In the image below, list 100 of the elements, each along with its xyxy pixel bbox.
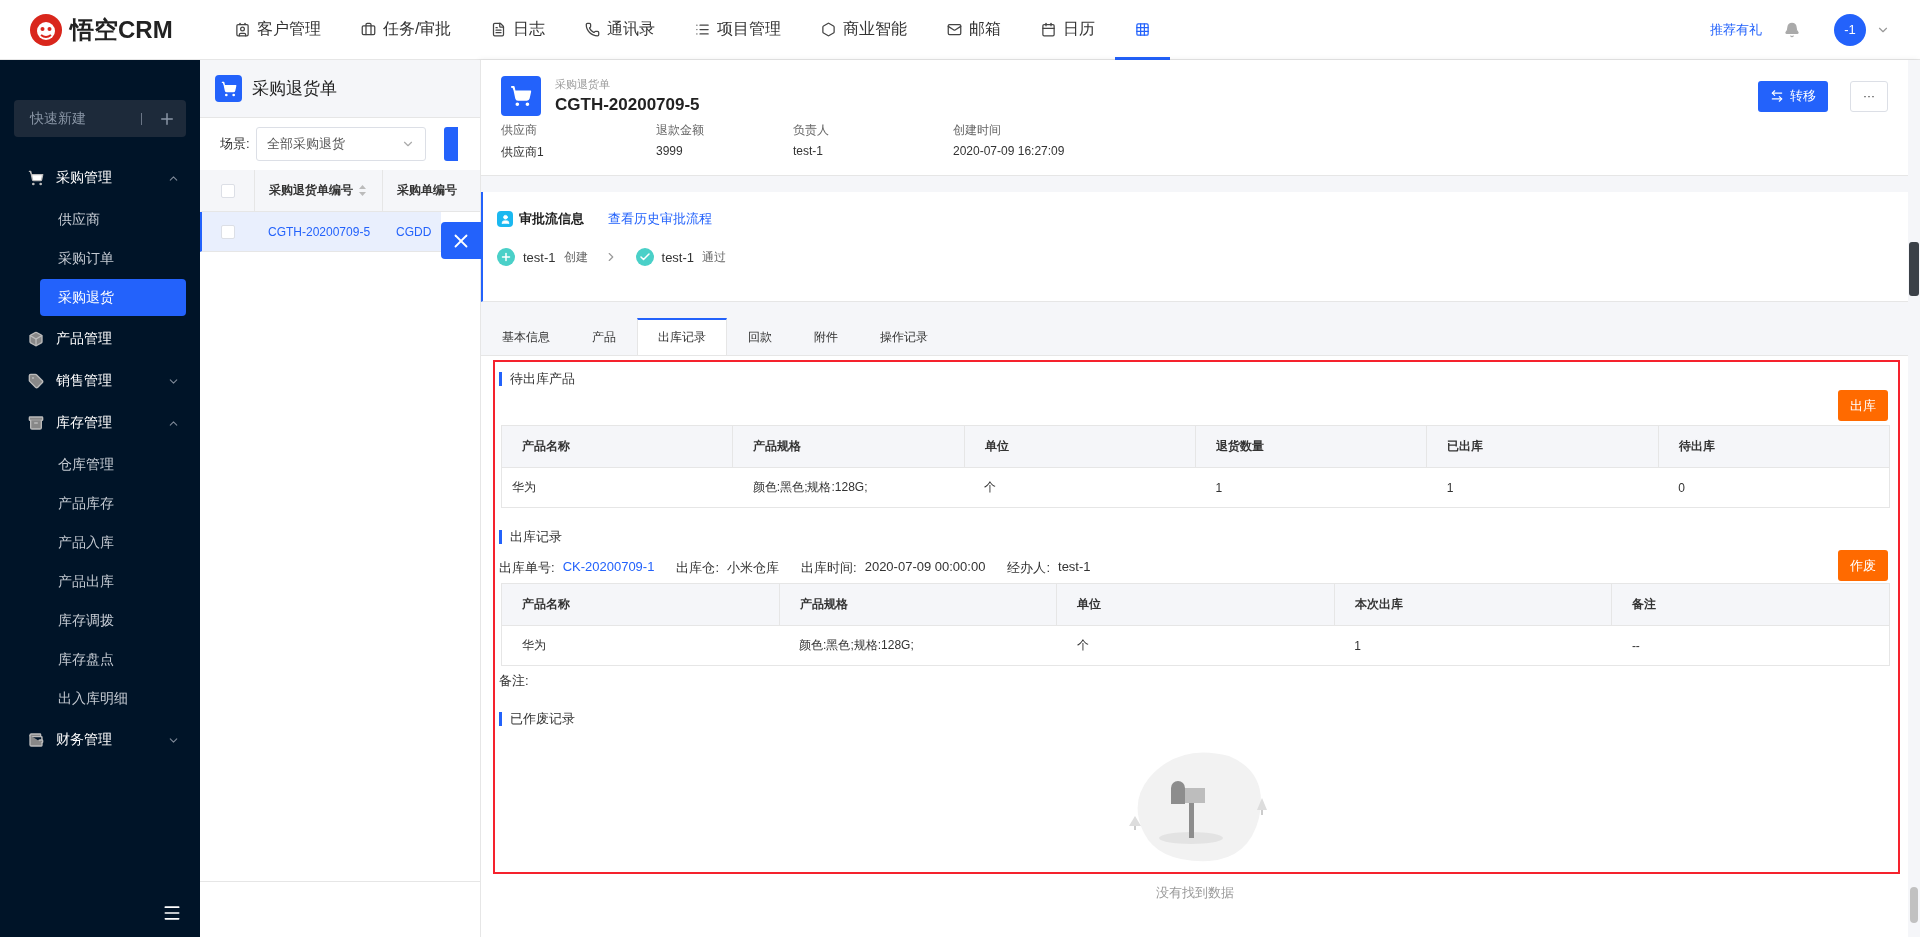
info-value: 2020-07-09 00:00:00	[864, 558, 986, 576]
document-icon	[491, 22, 507, 37]
swap-arrows-icon	[1770, 89, 1784, 103]
envelope-icon	[947, 22, 963, 37]
nav-item[interactable]: 项目管理	[675, 0, 802, 60]
sidebar-item[interactable]: 产品库存	[40, 485, 186, 522]
tab[interactable]: 出库记录	[637, 318, 727, 355]
user-avatar[interactable]: -1	[1834, 13, 1866, 46]
scrollbar-thumb[interactable]	[1910, 887, 1918, 923]
table-cell: 1	[1334, 625, 1612, 666]
quick-create-button[interactable]: 快速新建	[14, 100, 186, 137]
field-value: test-1	[793, 144, 824, 160]
tab[interactable]: 回款	[727, 318, 793, 355]
check-circle-icon	[635, 248, 654, 266]
column-header: 产品规格	[779, 583, 1057, 626]
sidebar-group[interactable]: 产品管理	[0, 318, 200, 360]
column-header: 已出库	[1426, 425, 1659, 468]
column-header: 待出库	[1658, 425, 1890, 468]
transfer-button[interactable]: 转移	[1758, 80, 1828, 112]
column-header: 产品名称	[501, 425, 733, 468]
table-cell: 华为	[501, 467, 733, 508]
nav-item[interactable]: 客户管理	[215, 0, 341, 60]
sidebar-group[interactable]: 采购管理	[0, 157, 200, 199]
nav-item[interactable]: 邮箱	[927, 0, 1022, 60]
column-header: 备注	[1611, 583, 1890, 626]
sidebar-item[interactable]: 库存盘点	[40, 641, 186, 678]
section-title: 审批流信息	[519, 210, 584, 228]
nav-item[interactable]: 日历	[1021, 0, 1116, 60]
grid-icon	[1135, 22, 1151, 37]
sidebar-item[interactable]: 供应商	[40, 201, 186, 238]
nav-item[interactable]: 通讯录	[565, 0, 676, 60]
note-label: 备注:	[499, 672, 530, 690]
sidebar-item[interactable]: 产品入库	[40, 524, 186, 561]
wallet-icon	[28, 732, 44, 748]
field-label: 退款金额	[656, 122, 705, 139]
nav-item[interactable]: 商业智能	[801, 0, 928, 60]
sidebar-item[interactable]: 仓库管理	[40, 446, 186, 483]
record-title: CGTH-20200709-5	[555, 95, 700, 115]
cart-icon	[28, 170, 44, 186]
approval-history-link[interactable]: 查看历史审批流程	[608, 210, 712, 228]
table-cell: 颜色:黑色;规格:128G;	[779, 625, 1057, 666]
section-title: 出库记录	[499, 530, 1888, 544]
table-row[interactable]: CGTH-20200709-5 CGDD	[200, 212, 441, 252]
cube-icon	[28, 331, 44, 347]
page-title: 采购退货单	[252, 78, 337, 100]
step-user: test-1	[661, 249, 695, 265]
table-cell: 0	[1658, 467, 1890, 508]
tag-icon	[28, 373, 44, 389]
more-button[interactable]: ···	[1850, 80, 1888, 112]
table-cell: --	[1611, 625, 1890, 666]
section-title: 已作废记录	[499, 712, 1888, 726]
info-label: 经办人:	[1007, 558, 1050, 577]
sidebar-item[interactable]: 出入库明细	[40, 680, 186, 717]
table-cell: 个	[1056, 625, 1335, 666]
sort-icon[interactable]	[359, 185, 366, 196]
sidebar-group[interactable]: 财务管理	[0, 719, 200, 761]
tab[interactable]: 产品	[571, 318, 637, 355]
table-cell[interactable]: CGDD	[382, 212, 441, 251]
column-header: 单位	[1056, 583, 1335, 626]
sidebar-item[interactable]: 库存调拨	[40, 602, 186, 639]
column-header: 单位	[964, 425, 1196, 468]
list-icon	[695, 22, 711, 37]
checkbox[interactable]	[221, 224, 235, 239]
sidebar-item[interactable]: 采购退货	[40, 279, 186, 316]
field-value: 2020-07-09 16:27:09	[953, 144, 1066, 160]
info-value: test-1	[1058, 558, 1091, 576]
sidebar-group[interactable]: 库存管理	[0, 402, 200, 444]
checkbox[interactable]	[221, 183, 235, 198]
step-action: 创建	[563, 248, 588, 266]
contact-card-icon	[235, 22, 250, 37]
nav-item[interactable]: 任务/审批	[341, 0, 472, 60]
action-button[interactable]	[443, 127, 458, 161]
table-cell[interactable]: CGTH-20200709-5	[254, 212, 382, 251]
sidebar-item[interactable]: 产品出库	[40, 563, 186, 600]
briefcase-icon	[361, 22, 376, 37]
side-widget-handle[interactable]	[1909, 242, 1919, 296]
referral-link[interactable]: 推荐有礼	[1710, 20, 1762, 39]
nav-item[interactable]: 日志	[471, 0, 566, 60]
field-value: 3999	[656, 144, 684, 160]
column-header: 退货数量	[1195, 425, 1427, 468]
close-button[interactable]	[441, 222, 481, 259]
tab[interactable]: 基本信息	[481, 318, 571, 355]
sidebar-group[interactable]: 销售管理	[0, 360, 200, 402]
record-type-label: 采购退货单	[555, 77, 611, 92]
bell-icon[interactable]	[1784, 21, 1800, 38]
collapse-menu-icon[interactable]	[162, 903, 182, 923]
tab[interactable]: 附件	[793, 318, 859, 355]
app-logo-text: 悟空CRM	[70, 14, 173, 45]
scene-select[interactable]: 全部采购退货	[255, 127, 426, 161]
tab[interactable]: 操作记录	[859, 318, 949, 355]
empty-state-text: 没有找到数据	[1154, 884, 1235, 902]
field-value: 供应商1	[501, 144, 545, 161]
calendar-icon	[1041, 22, 1057, 37]
sidebar-item[interactable]: 采购订单	[40, 240, 186, 277]
table-cell: 1	[1195, 467, 1427, 508]
field-label: 供应商	[501, 122, 538, 139]
column-header[interactable]: 采购退货单编号	[254, 170, 382, 211]
plus-circle-icon	[497, 248, 515, 266]
hexagon-icon	[821, 22, 837, 37]
stock-out-number-link[interactable]: CK-20200709-1	[562, 558, 655, 577]
